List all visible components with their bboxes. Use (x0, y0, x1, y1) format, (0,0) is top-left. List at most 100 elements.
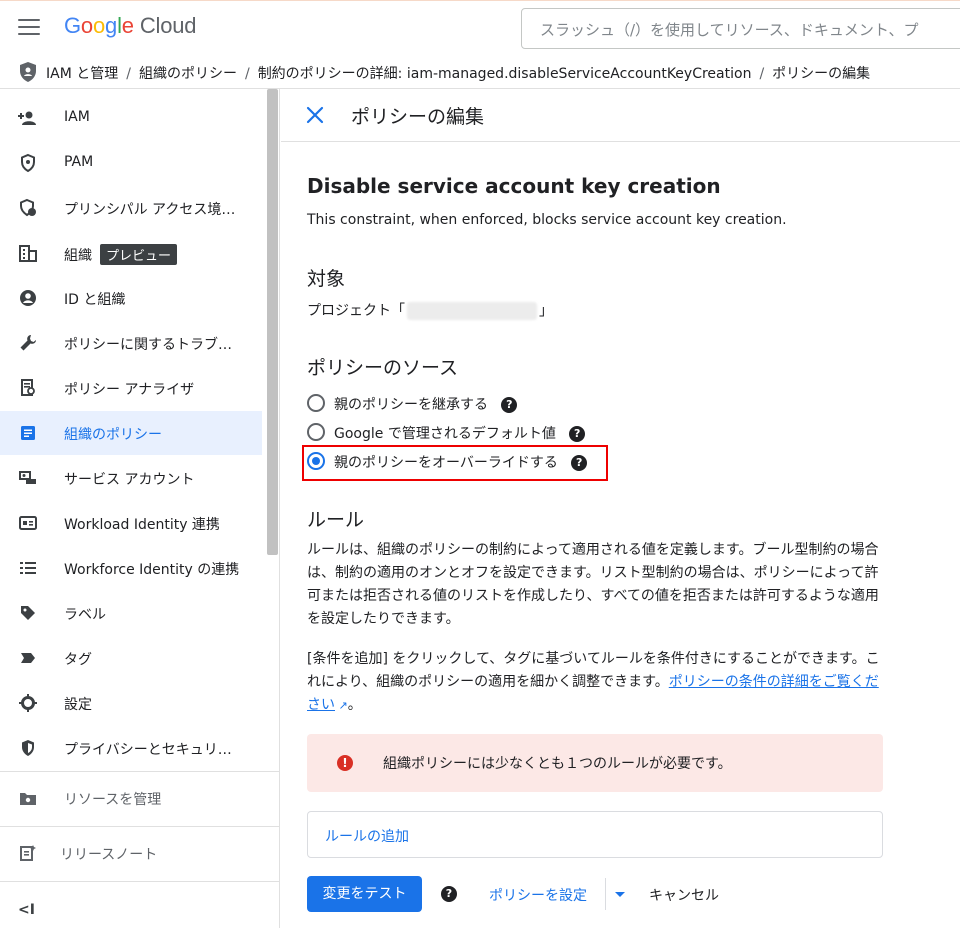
error-icon: ! (337, 755, 353, 771)
sidebar-item-label: タグ (64, 652, 92, 668)
google-cloud-logo[interactable]: Google Cloud (64, 13, 196, 39)
highlight-annotation (302, 445, 608, 481)
preview-badge: プレビュー (100, 244, 178, 265)
service-account-icon (19, 471, 36, 484)
radio-label: 親のポリシーを継承する ? (334, 394, 518, 414)
sidebar-item-tags[interactable]: タグ (0, 636, 262, 680)
sidebar-item-label: プライバシーとセキュリ… (64, 742, 232, 758)
sidebar-item-troubleshooter[interactable]: ポリシーに関するトラブ… (0, 321, 262, 365)
breadcrumb: IAM と管理 / 組織のポリシー / 制約のポリシーの詳細: iam-managed.… (0, 56, 960, 89)
sidebar-item-privacy-security[interactable]: プライバシーとセキュリ… (0, 726, 262, 770)
rules-heading: ルール (307, 509, 365, 531)
sidebar-divider (0, 881, 279, 882)
sidebar-item-label: IAM (64, 109, 90, 125)
sidebar-item-label: ラベル (64, 607, 106, 623)
target-suffix: 」 (539, 303, 553, 319)
sidebar-item-label: Workload Identity 連携 (64, 517, 220, 533)
building-icon (19, 245, 37, 262)
breadcrumb-item-org-policies[interactable]: 組織のポリシー (139, 66, 237, 82)
add-rule-panel: ルールの追加 (307, 811, 883, 858)
radio-button[interactable] (307, 423, 325, 441)
breadcrumb-item-edit-policy: ポリシーの編集 (772, 66, 871, 82)
help-icon[interactable]: ? (441, 886, 457, 902)
sidebar-item-label: 組織のポリシー (64, 427, 162, 443)
sidebar-item-identity[interactable]: ID と組織 (0, 276, 262, 320)
top-bar: Google Cloud スラッシュ（/）を使用してリソース、ドキュメント、プ (0, 0, 960, 56)
collapse-sidebar-button[interactable]: <I (18, 902, 35, 918)
sidebar-item-label: リリースノート (60, 847, 158, 863)
sidebar-item-service-accounts[interactable]: サービス アカウント (0, 456, 262, 500)
sidebar-item-label: Workforce Identity の連携 (64, 562, 240, 578)
sidebar-item-manage-resources[interactable]: リソースを管理 (0, 776, 262, 820)
sidebar-item-pam[interactable]: PAM (0, 141, 262, 185)
sidebar-item-label: ポリシーに関するトラブ… (64, 337, 232, 353)
redacted-project-name (407, 302, 537, 320)
sidebar-item-settings[interactable]: 設定 (0, 681, 262, 725)
sidebar-item-label: 組織 プレビュー (64, 244, 178, 265)
set-policy-button[interactable]: ポリシーを設定 (489, 885, 587, 905)
sidebar-item-principal-access[interactable]: プリンシパル アクセス境… (0, 186, 262, 230)
radio-label-text: 親のポリシーを継承する (334, 397, 488, 413)
id-card-icon (19, 516, 37, 530)
wrench-icon (20, 335, 36, 351)
breadcrumb-item-iam[interactable]: IAM と管理 (46, 66, 118, 82)
sidebar-item-text: 組織 (64, 248, 92, 264)
chevron-down-icon[interactable] (615, 892, 625, 897)
security-shield-icon (22, 740, 34, 756)
sidebar-item-label: ID と組織 (64, 292, 126, 308)
help-icon[interactable]: ? (501, 397, 518, 413)
radio-label-text: Google で管理されるデフォルト値 (334, 426, 556, 442)
manage-resources-icon (20, 793, 36, 805)
logo-letter: g (105, 13, 118, 38)
sidebar-item-workload-identity[interactable]: Workload Identity 連携 (0, 501, 262, 545)
shield-icon (21, 153, 35, 173)
sidebar-scrollbar[interactable] (267, 89, 278, 555)
sidebar-item-org-policies[interactable]: 組織のポリシー (0, 411, 262, 455)
sidebar-item-label: PAM (64, 154, 94, 170)
gear-icon (19, 694, 37, 712)
breadcrumb-item-constraint-details[interactable]: 制約のポリシーの詳細: iam-managed.disableServiceAc… (258, 66, 752, 82)
target-prefix: プロジェクト「 (307, 303, 405, 319)
policy-description: This constraint, when enforced, blocks s… (307, 212, 787, 228)
target-heading: 対象 (307, 268, 346, 290)
sidebar-divider (0, 826, 279, 827)
sidebar: IAM PAM プリンシパル アクセス境… 組織 プレビュー ID と組織 ポリシ… (0, 89, 280, 928)
search-input[interactable]: スラッシュ（/）を使用してリソース、ドキュメント、プ (521, 8, 960, 49)
error-banner: ! 組織ポリシーには少なくとも１つのルールが必要です。 (307, 734, 883, 792)
menu-icon[interactable] (18, 19, 40, 37)
list-icon (20, 562, 36, 574)
sidebar-item-policy-analyzer[interactable]: ポリシー アナライザ (0, 366, 262, 410)
breadcrumb-separator: / (244, 66, 250, 82)
add-rule-button[interactable]: ルールの追加 (325, 826, 409, 846)
logo-letter: o (92, 13, 106, 38)
analyzer-icon (21, 379, 35, 396)
radio-button[interactable] (307, 394, 325, 412)
rules-condition-description: [条件を追加] をクリックして、タグに基づいてルールを条件付きにすることができま… (307, 651, 880, 713)
error-message: 組織ポリシーには少なくとも１つのルールが必要です。 (383, 756, 732, 772)
person-add-icon (18, 111, 36, 125)
sidebar-item-label: プリンシパル アクセス境… (64, 202, 236, 218)
sidebar-item-labels[interactable]: ラベル (0, 591, 262, 635)
help-icon[interactable]: ? (569, 426, 586, 442)
sidebar-divider (0, 771, 279, 772)
sidebar-item-workforce-identity[interactable]: Workforce Identity の連携 (0, 546, 262, 590)
sidebar-item-release-notes[interactable]: リリースノート (0, 831, 262, 875)
sidebar-item-iam[interactable]: IAM (0, 96, 262, 140)
sidebar-item-organization[interactable]: 組織 プレビュー (0, 231, 262, 275)
page-title: ポリシーの編集 (351, 106, 485, 128)
sidebar-item-label: リソースを管理 (64, 792, 162, 808)
cancel-button[interactable]: キャンセル (649, 885, 719, 905)
logo-letter: e (121, 13, 134, 38)
shield-icon (20, 62, 36, 82)
sidebar-item-label: 設定 (64, 697, 92, 713)
policy-name: Disable service account key creation (307, 174, 721, 198)
test-changes-button[interactable]: 変更をテスト (307, 876, 422, 912)
account-circle-icon (20, 290, 36, 306)
external-link-icon: ↗ (335, 699, 348, 712)
logo-letter: o (80, 13, 93, 38)
action-bar: 変更をテスト ? ポリシーを設定 キャンセル (307, 876, 887, 912)
tag-icon (21, 653, 35, 663)
main-header: ポリシーの編集 (281, 89, 960, 142)
close-icon[interactable] (303, 103, 327, 127)
split-button-divider (605, 878, 606, 910)
